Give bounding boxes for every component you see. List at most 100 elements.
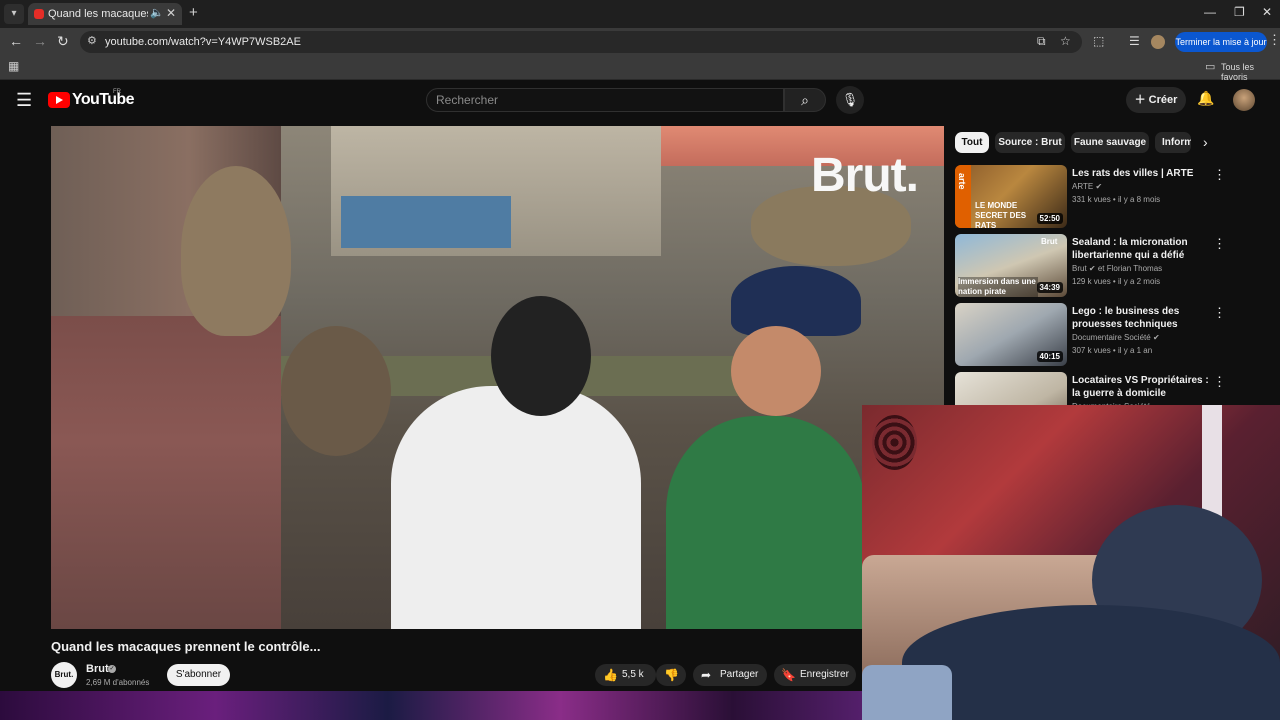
video-thumbnail[interactable]: 40:15 bbox=[955, 303, 1067, 366]
search-box bbox=[426, 88, 784, 112]
chip-info[interactable]: Inform bbox=[1155, 132, 1191, 153]
restore-icon[interactable]: ❐ bbox=[1234, 5, 1245, 19]
reading-list-icon[interactable]: ☰ bbox=[1129, 34, 1140, 48]
verified-icon: ✔ bbox=[1088, 264, 1096, 273]
chip-wildlife[interactable]: Faune sauvage bbox=[1071, 132, 1149, 153]
man-blue-cap bbox=[731, 266, 861, 336]
rec-channel-name: Documentaire Société bbox=[1072, 333, 1151, 342]
url-text[interactable]: youtube.com/watch?v=Y4WP7WSB2AE bbox=[105, 36, 301, 48]
update-button[interactable]: Terminer la mise à jour bbox=[1175, 32, 1267, 52]
rec-channel-name: ARTE bbox=[1072, 182, 1094, 191]
macaque-middle bbox=[281, 326, 391, 456]
save-label: Enregistrer bbox=[800, 669, 849, 680]
youtube-favicon-icon bbox=[34, 9, 44, 19]
channel-name[interactable]: Brut bbox=[86, 663, 109, 675]
more-options-icon[interactable]: ⋮ bbox=[1213, 374, 1226, 390]
video-thumbnail[interactable]: Brut Immersion dans une nation pirate 34… bbox=[955, 234, 1067, 297]
country-code: FR bbox=[113, 89, 121, 95]
rec-channel[interactable]: ARTE ✔ bbox=[1072, 182, 1102, 191]
rec-title[interactable]: Lego : le business des prouesses techniq… bbox=[1072, 305, 1212, 331]
bookmark-icon: 🔖 bbox=[781, 668, 796, 682]
plus-icon: ＋ bbox=[1134, 94, 1149, 106]
site-info-icon[interactable]: ⚙ bbox=[87, 34, 97, 47]
browser-tab-active[interactable]: Quand les macaques prennent 🔈 ✕ bbox=[28, 3, 182, 25]
rec-title[interactable]: Sealand : la micronation libertarienne q… bbox=[1072, 236, 1212, 262]
verified-icon: ✓ bbox=[108, 665, 116, 673]
channel-avatar[interactable]: Brut. bbox=[51, 662, 77, 688]
thumbs-up-icon: 👍 bbox=[603, 668, 618, 682]
dislike-button[interactable]: 👎 bbox=[656, 664, 686, 686]
tab-close-icon[interactable]: ✕ bbox=[166, 6, 176, 20]
man-face bbox=[731, 326, 821, 416]
menu-icon[interactable]: ☰ bbox=[16, 90, 32, 111]
reload-icon[interactable]: ↻ bbox=[57, 33, 69, 50]
rec-channel[interactable]: Documentaire Société ✔ bbox=[1072, 333, 1160, 342]
logo-text: YouTube bbox=[72, 91, 134, 108]
tab-search-chevron-icon[interactable]: ▾ bbox=[4, 4, 24, 24]
recommendation-item[interactable]: arte LE MONDE SECRET DES RATS 52:50 Les … bbox=[955, 165, 1280, 229]
extensions-icon[interactable]: ⬚ bbox=[1093, 34, 1104, 48]
thumbs-down-icon: 👎 bbox=[664, 668, 679, 682]
omnibox[interactable]: ⚙ youtube.com/watch?v=Y4WP7WSB2AE ⧉ ☆ bbox=[80, 31, 1082, 53]
apps-grid-icon[interactable]: ▦ bbox=[8, 59, 19, 73]
thumb-caption: Immersion dans une nation pirate bbox=[958, 277, 1038, 297]
recommendation-item[interactable]: Brut Immersion dans une nation pirate 34… bbox=[955, 234, 1280, 298]
rec-title[interactable]: Locataires VS Propriétaires : la guerre … bbox=[1072, 374, 1212, 400]
verified-icon: ✔ bbox=[1152, 333, 1160, 342]
bell-icon[interactable]: 🔔 bbox=[1197, 90, 1214, 107]
minimize-icon[interactable]: — bbox=[1204, 5, 1216, 19]
create-button[interactable]: ＋ Créer bbox=[1126, 87, 1186, 113]
profile-avatar[interactable] bbox=[1151, 35, 1165, 49]
rec-title[interactable]: Les rats des villes | ARTE bbox=[1072, 167, 1212, 180]
more-options-icon[interactable]: ⋮ bbox=[1213, 167, 1226, 183]
forward-icon[interactable]: → bbox=[33, 33, 47, 49]
speaker-icon[interactable]: 🔈 bbox=[150, 6, 164, 19]
chevron-right-icon[interactable]: › bbox=[1203, 134, 1208, 150]
avatar[interactable] bbox=[1233, 89, 1255, 111]
share-label: Partager bbox=[720, 669, 759, 680]
mic-icon[interactable]: 🎙 bbox=[836, 86, 864, 114]
blue-sign bbox=[341, 196, 511, 248]
spiral-poster bbox=[872, 415, 917, 470]
video-duration: 34:39 bbox=[1036, 282, 1063, 293]
all-bookmarks-link[interactable]: Tous les favoris bbox=[1221, 62, 1280, 82]
share-button[interactable]: ➦ Partager bbox=[693, 664, 767, 686]
bookmarks-bar: ▦ ▭ Tous les favoris bbox=[0, 56, 1280, 82]
rec-channel[interactable]: Brut ✔ et Florian Thomas bbox=[1072, 264, 1162, 273]
create-label: Créer bbox=[1148, 94, 1178, 106]
recommendation-item[interactable]: 40:15 Lego : le business des prouesses t… bbox=[955, 303, 1280, 367]
share-icon: ➦ bbox=[701, 668, 712, 682]
new-tab-icon[interactable]: + bbox=[189, 4, 198, 21]
like-count: 5,5 k bbox=[622, 669, 644, 680]
thumb-caption: LE MONDE SECRET DES RATS bbox=[975, 201, 1027, 228]
back-icon[interactable]: ← bbox=[9, 33, 23, 49]
more-options-icon[interactable]: ⋮ bbox=[1213, 305, 1226, 321]
search-icon[interactable]: ⌕ bbox=[784, 88, 826, 112]
more-options-icon[interactable]: ⋮ bbox=[1213, 236, 1226, 252]
browser-menu-icon[interactable]: ⋮ bbox=[1268, 32, 1280, 48]
folder-icon[interactable]: ▭ bbox=[1205, 60, 1215, 73]
video-player[interactable]: Brut. bbox=[51, 126, 944, 629]
rec-channel-extra: et Florian Thomas bbox=[1097, 264, 1163, 273]
search-input[interactable] bbox=[436, 93, 766, 107]
subscribe-button[interactable]: S'abonner bbox=[167, 664, 230, 686]
subscriber-count: 2,69 M d'abonnés bbox=[86, 678, 150, 687]
next-content-preview bbox=[0, 691, 862, 720]
like-button[interactable]: 👍 5,5 k bbox=[595, 664, 656, 686]
install-app-icon[interactable]: ⧉ bbox=[1037, 34, 1046, 49]
webcam-overlay bbox=[862, 405, 1280, 720]
red-wall bbox=[51, 316, 281, 629]
chip-source-brut[interactable]: Source : Brut bbox=[995, 132, 1065, 153]
chip-all[interactable]: Tout bbox=[955, 132, 989, 153]
brut-watermark: Brut. bbox=[811, 149, 919, 202]
save-button[interactable]: 🔖 Enregistrer bbox=[774, 664, 856, 686]
video-thumbnail[interactable]: arte LE MONDE SECRET DES RATS 52:50 bbox=[955, 165, 1067, 228]
address-toolbar: ← → ↻ ⚙ youtube.com/watch?v=Y4WP7WSB2AE … bbox=[0, 28, 1280, 56]
tab-title: Quand les macaques prennent bbox=[48, 8, 148, 20]
bookmark-star-icon[interactable]: ☆ bbox=[1060, 34, 1071, 48]
video-title: Quand les macaques prennent le contrôle.… bbox=[51, 639, 321, 654]
rec-meta: 307 k vues • il y a 1 an bbox=[1072, 346, 1153, 355]
thumb-brand: Brut bbox=[1041, 237, 1058, 246]
window-close-icon[interactable]: ✕ bbox=[1262, 5, 1272, 19]
rec-meta: 129 k vues • il y a 2 mois bbox=[1072, 277, 1161, 286]
